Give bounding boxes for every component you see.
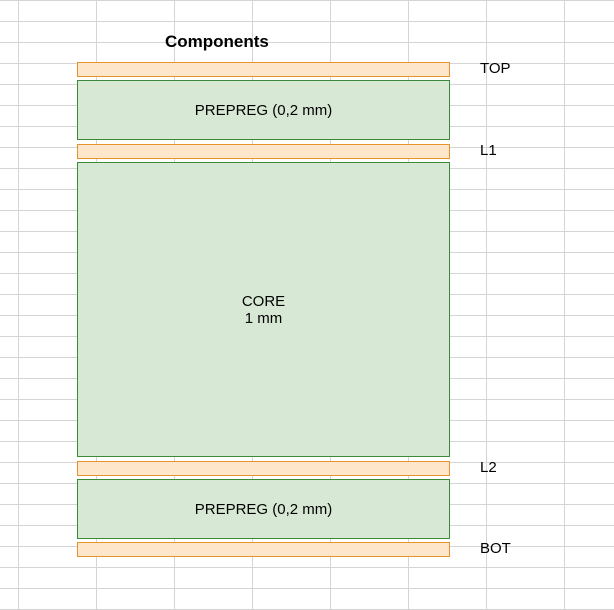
dielectric-sub-label: 1 mm	[245, 310, 283, 327]
copper-layer-l2	[77, 461, 450, 476]
side-label-l1: L1	[480, 142, 497, 159]
copper-layer-l1	[77, 144, 450, 159]
copper-layer-top	[77, 62, 450, 77]
dielectric-label: PREPREG (0,2 mm)	[195, 102, 333, 119]
side-label-l2: L2	[480, 459, 497, 476]
side-label-bot: BOT	[480, 540, 511, 557]
diagram-title: Components	[165, 32, 269, 52]
pcb-stackup-diagram: Components TOP L1 GND L2 Vdd BOT PREPREG…	[0, 0, 614, 610]
copper-layer-bot	[77, 542, 450, 557]
dielectric-core: CORE 1 mm	[77, 162, 450, 457]
dielectric-label: CORE	[242, 293, 285, 310]
dielectric-prepreg-top: PREPREG (0,2 mm)	[77, 80, 450, 140]
side-label-top: TOP	[480, 60, 511, 77]
dielectric-label: PREPREG (0,2 mm)	[195, 501, 333, 518]
dielectric-prepreg-bot: PREPREG (0,2 mm)	[77, 479, 450, 539]
